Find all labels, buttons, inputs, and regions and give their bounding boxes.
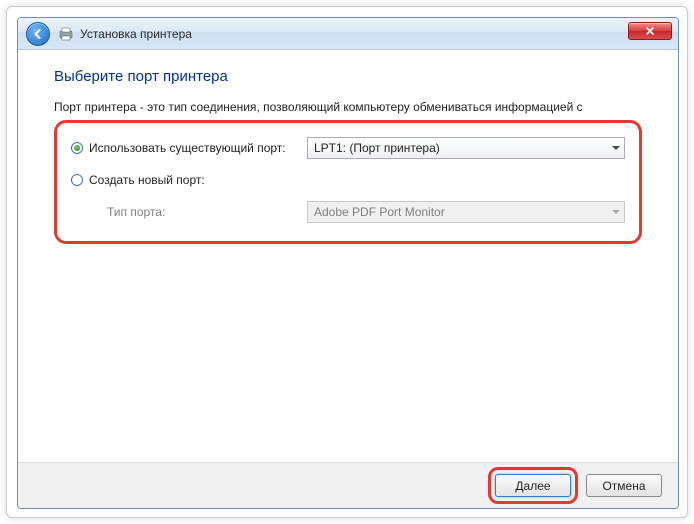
- next-button-highlight: Далее: [488, 467, 578, 504]
- radio-create-new[interactable]: [71, 174, 83, 186]
- port-options-highlight: Использовать существующий порт: LPT1: (П…: [54, 120, 642, 244]
- port-type-value: Adobe PDF Port Monitor: [314, 205, 445, 219]
- port-type-dropdown: Adobe PDF Port Monitor: [307, 201, 625, 223]
- close-icon: [645, 26, 655, 36]
- cancel-button[interactable]: Отмена: [586, 474, 662, 497]
- window-title: Установка принтера: [80, 27, 192, 41]
- radio-use-existing[interactable]: [71, 142, 83, 154]
- existing-port-dropdown[interactable]: LPT1: (Порт принтера): [307, 137, 625, 159]
- wizard-window: Установка принтера Выберите порт принтер…: [17, 17, 679, 509]
- port-type-label: Тип порта:: [71, 205, 307, 219]
- page-subtext: Порт принтера - это тип соединения, позв…: [54, 99, 642, 116]
- close-button[interactable]: [628, 22, 672, 40]
- titlebar: Установка принтера: [18, 18, 678, 50]
- radio-use-existing-label[interactable]: Использовать существующий порт:: [89, 141, 286, 155]
- back-arrow-icon: [32, 28, 44, 40]
- page-heading: Выберите порт принтера: [54, 68, 642, 85]
- radio-create-new-label[interactable]: Создать новый порт:: [89, 173, 205, 187]
- screenshot-frame: Установка принтера Выберите порт принтер…: [6, 6, 688, 518]
- back-button[interactable]: [26, 22, 50, 46]
- chevron-down-icon: [612, 210, 620, 214]
- existing-port-value: LPT1: (Порт принтера): [314, 141, 440, 155]
- port-type-row: Тип порта: Adobe PDF Port Monitor: [71, 201, 625, 223]
- next-button[interactable]: Далее: [495, 474, 571, 497]
- option-use-existing-port: Использовать существующий порт: LPT1: (П…: [71, 137, 625, 159]
- chevron-down-icon: [612, 146, 620, 150]
- wizard-footer: Далее Отмена: [18, 462, 678, 508]
- printer-icon: [58, 26, 74, 42]
- option-create-new-port: Создать новый порт:: [71, 173, 625, 187]
- wizard-content: Выберите порт принтера Порт принтера - э…: [18, 50, 678, 244]
